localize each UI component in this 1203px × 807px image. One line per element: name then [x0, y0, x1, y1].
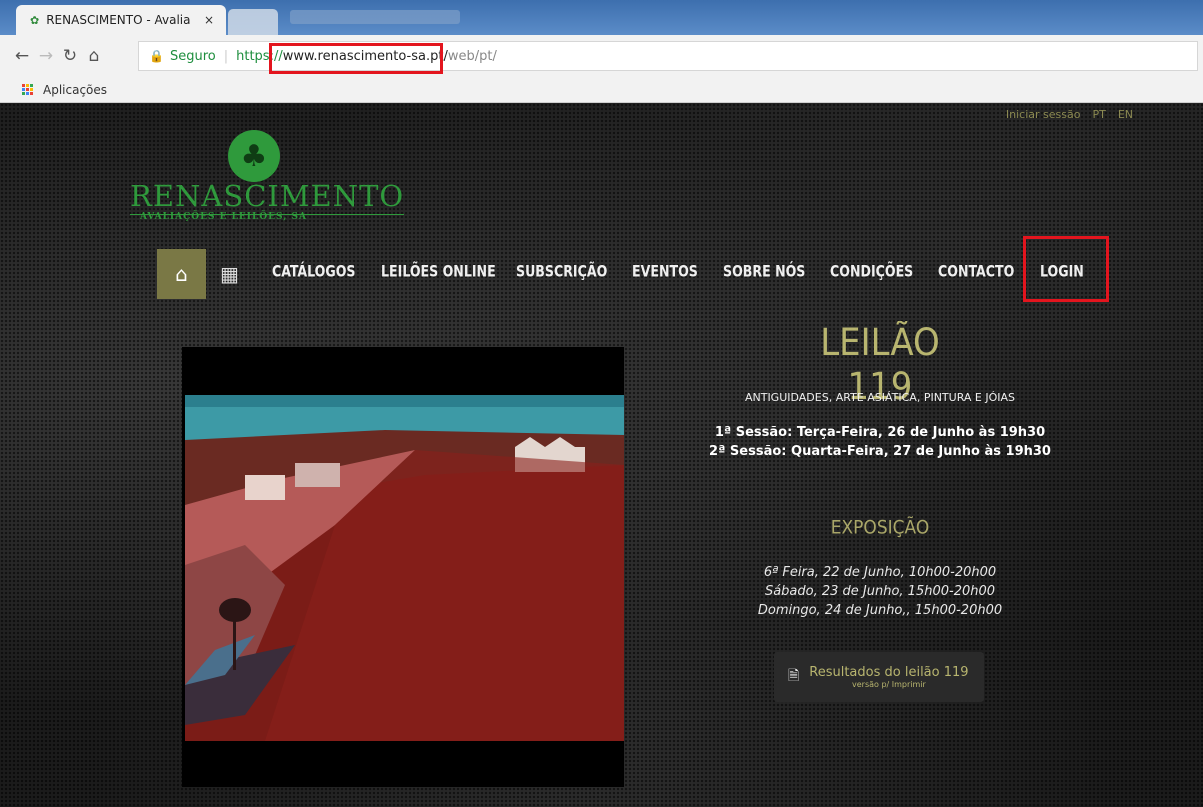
tree-icon: ✿: [30, 13, 40, 27]
url-scheme: https://: [236, 48, 283, 64]
lang-en-link[interactable]: EN: [1118, 108, 1133, 121]
home-icon[interactable]: ⌂: [82, 46, 106, 66]
arrow-right-icon[interactable]: →: [34, 46, 58, 66]
nav-item-catalogos[interactable]: CATÁLOGOS: [272, 263, 356, 281]
apps-bookmark[interactable]: Aplicações: [43, 83, 107, 97]
browser-tab-strip: ✿ RENASCIMENTO - Avalia ×: [0, 0, 1203, 35]
results-button-label: Resultados do leilão 119: [809, 665, 969, 680]
exhibition-title: EXPOSIÇÃO: [830, 517, 930, 539]
logo-name[interactable]: RENASCIMENTO: [130, 179, 405, 215]
logo-subtitle: AVALIAÇÕES E LEILÕES, SA: [140, 212, 307, 222]
browser-toolbar: ← → ↻ ⌂ 🔒 Seguro | https:// www.renascim…: [0, 35, 1203, 77]
results-pdf-button[interactable]: 🗎 Resultados do leilão 119 versão p/ Imp…: [774, 652, 984, 702]
security-label: Seguro: [169, 48, 216, 64]
exhibition-date-2: Sábado, 23 de Junho, 15h00-20h00: [764, 584, 996, 599]
apps-grid-icon[interactable]: [22, 84, 33, 95]
blurred-window-title: [290, 10, 460, 24]
top-links: Iniciar sessão PT EN: [1006, 108, 1133, 121]
nav-item-subscricao[interactable]: SUBSCRIÇÃO: [516, 263, 607, 281]
lang-pt-link[interactable]: PT: [1092, 108, 1105, 121]
results-button-sublabel: versão p/ Imprimir: [852, 680, 926, 689]
session-1: 1ª Sessão: Terça-Feira, 26 de Junho às 1…: [714, 425, 1046, 440]
session-2: 2ª Sessão: Quarta-Feira, 27 de Junho às …: [709, 444, 1051, 459]
new-tab-button[interactable]: [228, 9, 278, 35]
results-button-text: Resultados do leilão 119 versão p/ Impri…: [809, 665, 968, 689]
bookmarks-bar: Aplicações: [0, 77, 1203, 103]
url-path: web/pt/: [447, 48, 497, 64]
nav-home-button[interactable]: ⌂: [157, 249, 206, 299]
exhibition-date-1: 6ª Feira, 22 de Junho, 10h00-20h00: [763, 565, 997, 580]
nav-item-condicoes[interactable]: CONDIÇÕES: [830, 263, 913, 281]
home-icon: ⌂: [175, 262, 188, 286]
reload-icon[interactable]: ↻: [58, 46, 82, 66]
lock-icon: 🔒: [149, 49, 164, 63]
address-bar[interactable]: 🔒 Seguro | https:// www.renascimento-sa.…: [138, 41, 1198, 71]
tab-title: RENASCIMENTO - Avalia: [46, 13, 191, 27]
tree-icon[interactable]: ♣: [228, 130, 280, 182]
web-page: Iniciar sessão PT EN ♣ RENASCIMENTO AVAL…: [0, 103, 1203, 807]
url-separator: |: [223, 48, 229, 64]
arrow-left-icon[interactable]: ←: [10, 46, 34, 66]
nav-item-leiloes-online[interactable]: LEILÕES ONLINE: [381, 263, 496, 281]
close-tab-icon[interactable]: ×: [204, 13, 214, 27]
nav-item-contacto[interactable]: CONTACTO: [938, 263, 1014, 281]
calendar-icon[interactable]: ▦: [220, 262, 239, 286]
main-nav: ⌂ ▦ CATÁLOGOS LEILÕES ONLINE SUBSCRIÇÃO …: [0, 236, 1203, 302]
auction-image[interactable]: [182, 347, 624, 787]
auction-subtitle: ANTIGUIDADES, ARTE ASIÁTICA, PINTURA E J…: [744, 391, 1016, 404]
nav-item-sobre-nos[interactable]: SOBRE NÓS: [723, 263, 805, 281]
nav-item-eventos[interactable]: EVENTOS: [632, 263, 698, 281]
exhibition-date-3: Domingo, 24 de Junho,, 15h00-20h00: [757, 603, 1003, 618]
nav-item-login[interactable]: LOGIN: [1040, 263, 1084, 281]
url-host: www.renascimento-sa.pt/: [282, 48, 448, 64]
pdf-icon: 🗎: [788, 668, 800, 684]
login-link[interactable]: Iniciar sessão: [1006, 108, 1081, 121]
painting-image: [185, 395, 624, 741]
browser-tab[interactable]: ✿ RENASCIMENTO - Avalia ×: [16, 5, 226, 35]
